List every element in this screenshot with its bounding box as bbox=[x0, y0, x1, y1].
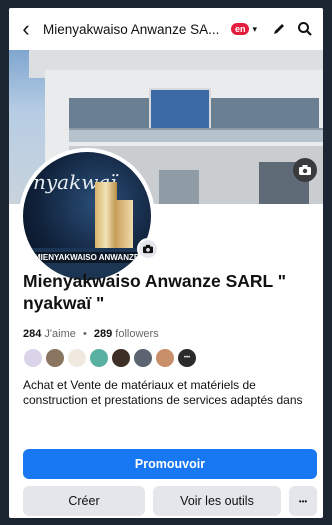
back-button[interactable]: ‹ bbox=[15, 14, 37, 44]
phone-screen: ‹ Mienyakwaiso Anwanze SA... en ▾ nyakwa… bbox=[9, 8, 323, 518]
camera-icon bbox=[299, 165, 311, 175]
follower-avatars[interactable]: ••• bbox=[23, 348, 313, 368]
follower-avatar bbox=[45, 348, 65, 368]
likes-count: 284 bbox=[23, 328, 42, 340]
page-name: Mienyakwaiso Anwanze SARL " nyakwaï " bbox=[23, 271, 287, 313]
follower-avatar bbox=[23, 348, 43, 368]
create-button[interactable]: Créer bbox=[23, 486, 145, 516]
follower-avatar bbox=[133, 348, 153, 368]
pencil-icon bbox=[274, 24, 285, 34]
chevron-down-icon[interactable]: ▾ bbox=[252, 24, 257, 35]
page-stats: 284 J'aime • 289 followers bbox=[23, 328, 313, 340]
view-tools-button[interactable]: Voir les outils bbox=[153, 486, 281, 516]
search-button[interactable] bbox=[293, 17, 317, 41]
followers-label[interactable]: followers bbox=[115, 328, 158, 340]
page-bio: Achat et Vente de matériaux et matériels… bbox=[23, 378, 303, 407]
cover-balcony bbox=[69, 128, 323, 142]
follower-avatar bbox=[111, 348, 131, 368]
more-followers-icon: ••• bbox=[177, 348, 197, 368]
profile-picture-area: nyakwaï MIENYAKWAISO ANWANZE bbox=[19, 148, 159, 284]
language-badge[interactable]: en bbox=[230, 23, 250, 35]
avatar-tower-2 bbox=[115, 200, 133, 254]
followers-count: 289 bbox=[93, 328, 113, 340]
back-chevron-icon: ‹ bbox=[22, 16, 30, 41]
edit-button[interactable] bbox=[267, 17, 291, 41]
avatar[interactable]: nyakwaï MIENYAKWAISO ANWANZE bbox=[19, 148, 155, 284]
top-bar: ‹ Mienyakwaiso Anwanze SA... en ▾ bbox=[9, 8, 323, 50]
follower-avatar bbox=[67, 348, 87, 368]
page-title: Mienyakwaiso Anwanze SA... bbox=[43, 21, 220, 37]
edit-avatar-button[interactable] bbox=[137, 238, 159, 260]
cover-door bbox=[159, 170, 199, 204]
promote-button[interactable]: Promouvoir bbox=[23, 449, 317, 479]
more-options-button[interactable]: ••• bbox=[289, 486, 317, 516]
avatar-tower bbox=[95, 182, 117, 254]
page-info: Mienyakwaiso Anwanze SARL " nyakwaï " 28… bbox=[23, 270, 313, 408]
stats-separator: • bbox=[82, 328, 87, 340]
camera-icon bbox=[143, 244, 153, 254]
likes-label[interactable]: J'aime bbox=[44, 328, 75, 340]
edit-cover-button[interactable] bbox=[293, 158, 317, 182]
action-row: Créer Voir les outils ••• bbox=[23, 486, 317, 516]
follower-avatar bbox=[155, 348, 175, 368]
follower-avatar bbox=[89, 348, 109, 368]
search-icon bbox=[298, 22, 312, 36]
avatar-ribbon: MIENYAKWAISO ANWANZE bbox=[31, 252, 143, 263]
